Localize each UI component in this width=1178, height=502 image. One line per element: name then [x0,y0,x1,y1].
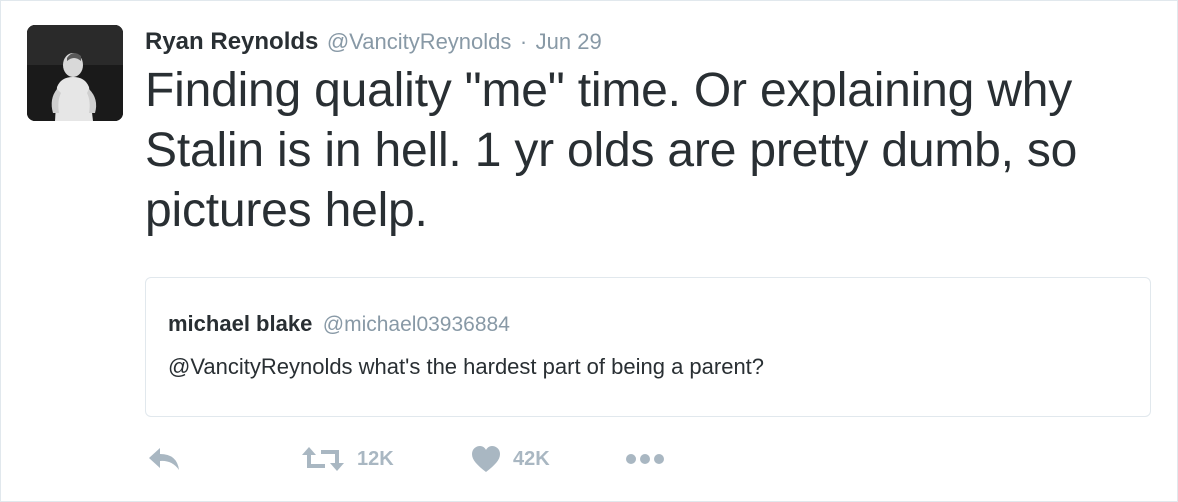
quoted-tweet-header: michael blake @michael03936884 [168,308,1128,340]
reply-button[interactable] [147,441,181,477]
quoted-tweet[interactable]: michael blake @michael03936884 @VancityR… [145,277,1151,417]
tweet-content: Ryan Reynolds @VancityReynolds · Jun 29 … [145,25,1151,241]
quoted-author-name: michael blake [168,311,313,336]
separator-dot: · [519,29,528,54]
author-name[interactable]: Ryan Reynolds [145,28,318,55]
quoted-author-handle: @michael03936884 [322,313,510,336]
tweet-text: Finding quality "me" time. Or explaining… [145,64,1078,237]
quoted-tweet-text: @VancityReynolds what's the hardest part… [168,354,765,379]
avatar-photo [27,25,123,121]
tweet-card: Ryan Reynolds @VancityReynolds · Jun 29 … [0,0,1178,502]
heart-icon [472,446,500,472]
like-button[interactable]: 42K [471,441,550,477]
reply-icon [149,448,179,470]
more-dots-icon [626,454,664,464]
tweet-header: Ryan Reynolds @VancityReynolds · Jun 29 [145,25,1151,59]
author-handle[interactable]: @VancityReynolds [327,29,512,54]
retweet-button[interactable]: 12K [301,441,394,477]
retweet-count: 12K [357,447,394,470]
avatar[interactable] [27,25,123,121]
like-count: 42K [513,447,550,470]
more-button[interactable] [625,441,665,477]
retweet-icon [302,447,344,471]
tweet-date[interactable]: Jun 29 [536,29,602,54]
